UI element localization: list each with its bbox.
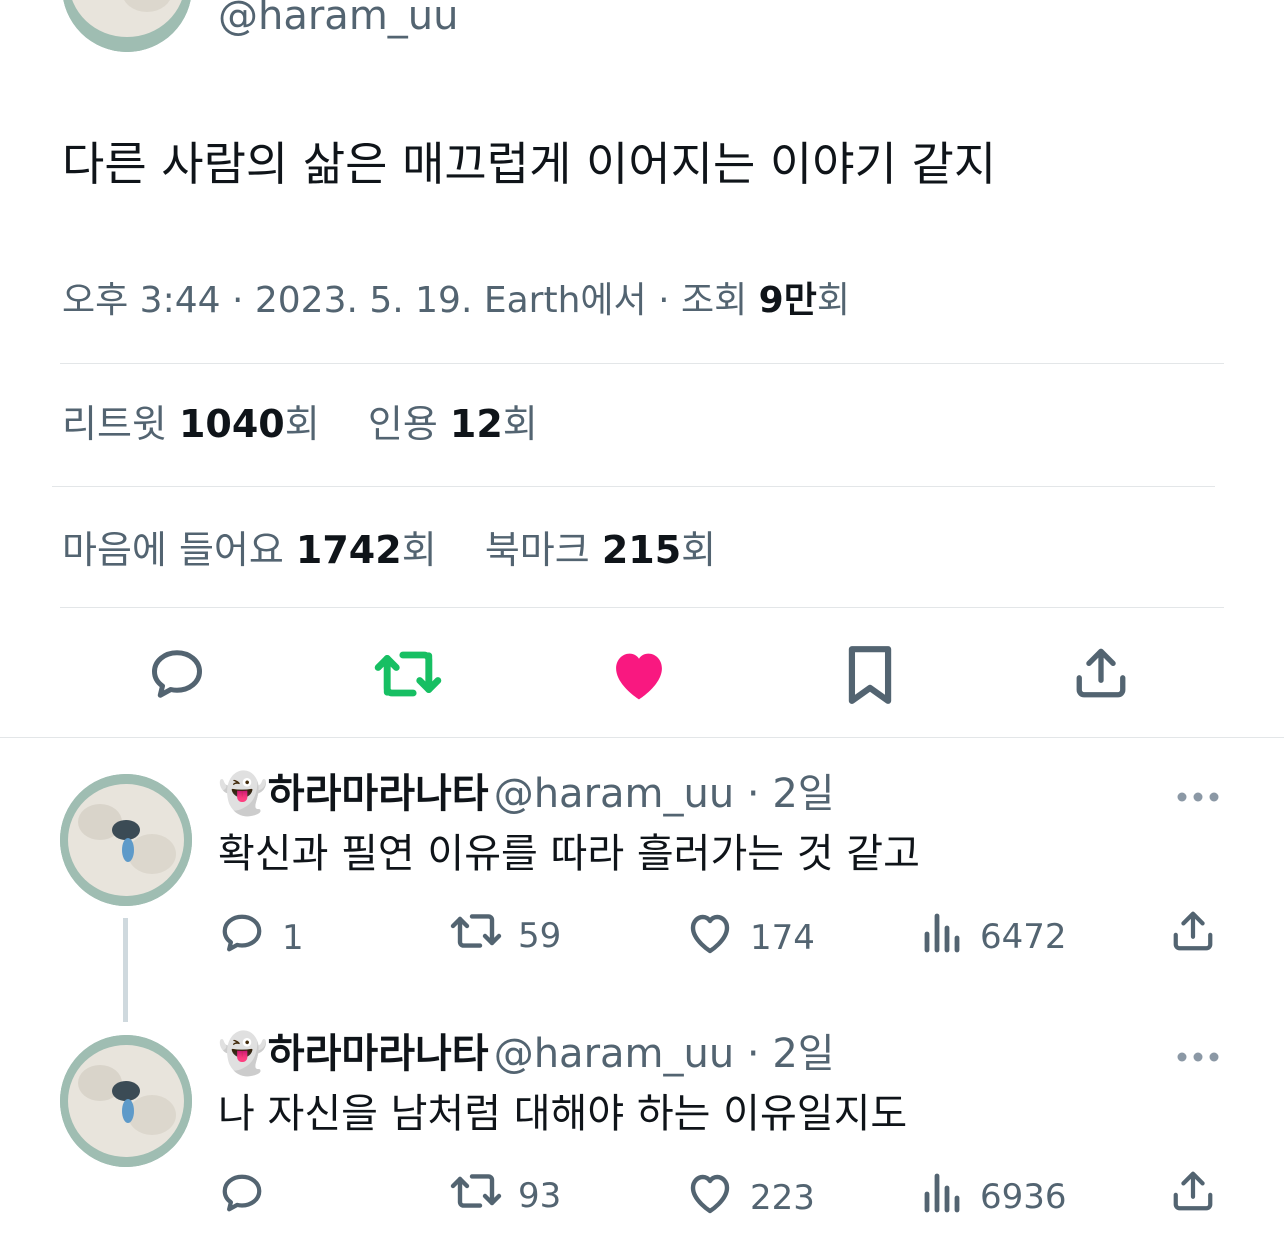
reply-header: 👻하라마라나타 @haram_uu · 2일 (218, 766, 835, 830)
main-avatar[interactable] (62, 0, 192, 52)
like-count: 223 (750, 1177, 815, 1218)
reply-avatar[interactable] (60, 774, 192, 906)
tweet-timestamp[interactable]: 오후 3:44 · 2023. 5. 19. Earth에서 · 조회 (62, 280, 759, 321)
bookmark-icon[interactable] (846, 644, 894, 706)
thread-line (123, 918, 128, 1022)
reply-icon (218, 1170, 266, 1225)
reply-action-like[interactable]: 223 (686, 1170, 815, 1225)
reply-header: 👻하라마라나타 @haram_uu · 2일 (218, 1026, 835, 1090)
views-icon (922, 1170, 964, 1223)
main-handle[interactable]: @haram_uu (218, 0, 459, 44)
reply-author-name[interactable]: 👻하라마라나타 (218, 1031, 489, 1077)
tweet-meta: 오후 3:44 · 2023. 5. 19. Earth에서 · 조회 9만회 (62, 276, 850, 326)
tweet-text: 다른 사람의 삶은 매끄럽게 이어지는 이야기 같지 (62, 137, 997, 191)
like-icon (686, 910, 734, 965)
reply-handle-time[interactable]: @haram_uu · 2일 (494, 1031, 835, 1077)
reply-text: 나 자신을 남처럼 대해야 하는 이유일지도 (218, 1091, 908, 1137)
likes-link[interactable]: 마음에 들어요 1742회 (62, 528, 437, 572)
reply-action-reply[interactable]: 1 (218, 910, 304, 965)
like-count: 174 (750, 917, 815, 958)
reply-action-retweet[interactable]: 59 (450, 910, 561, 961)
divider (0, 737, 1284, 738)
like-icon[interactable] (608, 646, 670, 702)
bookmarks-link[interactable]: 북마크 215회 (485, 528, 716, 572)
like-icon (686, 1170, 734, 1225)
reply-action-reply[interactable] (218, 1170, 282, 1225)
retweets-link[interactable]: 리트윗 1040회 (62, 402, 320, 446)
reply-count: 1 (282, 917, 304, 958)
retweet-icon (450, 910, 502, 961)
reply-handle-time[interactable]: @haram_uu · 2일 (494, 771, 835, 817)
share-icon[interactable] (1170, 1168, 1216, 1218)
views-icon (922, 910, 964, 963)
view-count: 6472 (980, 916, 1067, 957)
retweet-quote-stats: 리트윗 1040회 인용 12회 (62, 398, 538, 450)
view-count: 9만 (758, 280, 817, 321)
more-options-icon[interactable] (1176, 788, 1220, 807)
share-icon[interactable] (1072, 644, 1130, 702)
reply-icon[interactable] (146, 644, 208, 704)
reply-text: 확신과 필연 이유를 따라 흘러가는 것 같고 (218, 831, 920, 877)
retweet-icon[interactable] (374, 648, 442, 700)
retweet-count: 93 (518, 1175, 562, 1216)
reply-icon (218, 910, 266, 965)
reply-action-views[interactable]: 6472 (922, 910, 1067, 963)
reply-action-like[interactable]: 174 (686, 910, 815, 965)
view-suffix: 회 (816, 280, 850, 321)
more-options-icon[interactable] (1176, 1048, 1220, 1067)
retweet-icon (450, 1170, 502, 1221)
quotes-link[interactable]: 인용 12회 (368, 402, 538, 446)
view-count: 6936 (980, 1176, 1067, 1217)
retweet-count: 59 (518, 915, 562, 956)
divider (52, 486, 1215, 487)
reply-action-retweet[interactable]: 93 (450, 1170, 561, 1221)
share-icon[interactable] (1170, 908, 1216, 958)
reply-author-name[interactable]: 👻하라마라나타 (218, 771, 489, 817)
like-bookmark-stats: 마음에 들어요 1742회 북마크 215회 (62, 524, 716, 576)
reply-avatar[interactable] (60, 1035, 192, 1167)
divider (60, 363, 1224, 364)
divider (60, 607, 1224, 608)
reply-action-views[interactable]: 6936 (922, 1170, 1067, 1223)
